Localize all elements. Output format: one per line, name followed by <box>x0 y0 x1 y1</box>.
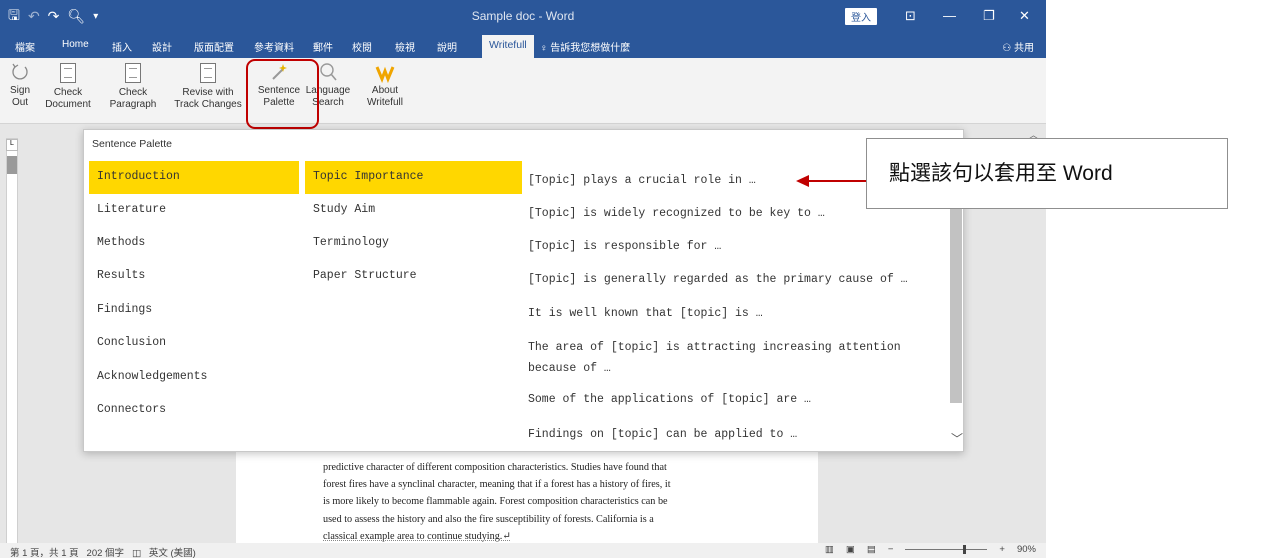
redo-icon[interactable]: ↷ <box>48 8 60 25</box>
paragraph-icon <box>125 63 141 83</box>
tab-selector-icon[interactable]: L <box>6 139 18 151</box>
section-item-introduction[interactable]: Introduction <box>89 161 299 194</box>
web-layout-icon[interactable]: ▤ <box>867 544 876 555</box>
tab-file[interactable]: 檔案 <box>15 39 35 54</box>
callout-box: 點選該句以套用至 Word <box>866 138 1228 209</box>
check-paragraph-button[interactable]: Check Paragraph <box>108 61 158 111</box>
about-writefull-button[interactable]: About Writefull <box>364 61 406 109</box>
tab-home[interactable]: Home <box>62 39 89 50</box>
vertical-ruler <box>6 138 18 550</box>
sentence-item[interactable]: The area of [topic] is attracting increa… <box>528 337 928 379</box>
sign-out-label-1: Sign <box>9 85 30 96</box>
arrow-left-icon <box>796 175 809 187</box>
writefull-logo-icon <box>375 66 395 83</box>
proofing-icon[interactable]: ◫ <box>132 548 141 558</box>
tell-me-box[interactable]: ♀︎ 告訴我您想做什麼 <box>540 39 630 54</box>
sentence-item[interactable]: It is well known that [topic] is … <box>528 303 928 324</box>
document-text[interactable]: predictive character of different compos… <box>323 459 725 545</box>
tab-help[interactable]: 說明 <box>437 39 457 54</box>
restore-icon[interactable]: ❐ <box>983 8 995 24</box>
zoom-thumb[interactable] <box>963 545 967 554</box>
lightbulb-icon: ♀︎ <box>540 43 551 54</box>
save-icon[interactable]: 🖫 <box>8 5 20 29</box>
section-item-methods[interactable]: Methods <box>89 227 299 260</box>
sentence-item[interactable]: Findings on [topic] can be applied to … <box>528 424 928 445</box>
doc-line: predictive character of different compos… <box>323 462 667 473</box>
about-label-2: Writefull <box>367 97 403 108</box>
person-icon: ⚇ <box>1002 43 1014 54</box>
doc-line: used to assess the history and also the … <box>323 513 654 525</box>
undo-icon[interactable]: ↶ <box>28 8 40 25</box>
sentence-item[interactable]: Some of the applications of [topic] are … <box>528 389 928 410</box>
zoom-in-icon[interactable]: + <box>999 544 1005 555</box>
about-label-1: About <box>371 85 399 96</box>
subsection-item-topic-importance[interactable]: Topic Importance <box>305 161 522 194</box>
check-document-button[interactable]: Check Document <box>42 61 94 111</box>
language-status[interactable]: 英文 (美國) <box>149 548 196 558</box>
share-button[interactable]: ⚇ 共用 <box>1002 39 1034 54</box>
minimize-icon[interactable]: — <box>943 8 956 23</box>
tab-writefull[interactable]: Writefull <box>482 35 534 58</box>
subsection-item-terminology[interactable]: Terminology <box>305 227 522 260</box>
zoom-out-icon[interactable]: − <box>888 544 894 555</box>
subsection-item-study-aim[interactable]: Study Aim <box>305 194 522 227</box>
tab-insert[interactable]: 插入 <box>112 39 132 54</box>
quick-access-toolbar: 🖫 ↶ ↷ 🔍︎ ▾ <box>8 0 98 33</box>
close-icon[interactable]: ✕ <box>1019 8 1030 24</box>
doc-line: is more likely to become flammable again… <box>323 496 668 508</box>
tab-view[interactable]: 檢視 <box>395 39 415 54</box>
tab-mailings[interactable]: 郵件 <box>313 39 333 54</box>
check-document-label-2: Document <box>45 99 91 110</box>
share-label: 共用 <box>1014 43 1034 54</box>
title-bar: 🖫 ↶ ↷ 🔍︎ ▾ Sample doc - Word 登入 ⊡ — ❐ ✕ <box>0 0 1046 33</box>
tab-references[interactable]: 參考資料 <box>254 39 294 54</box>
sign-out-label-2: Out <box>11 97 29 108</box>
sign-in-button[interactable]: 登入 <box>845 8 877 25</box>
print-layout-icon[interactable]: ▣ <box>846 544 855 555</box>
section-item-results[interactable]: Results <box>89 260 299 293</box>
section-item-connectors[interactable]: Connectors <box>89 394 299 427</box>
zoom-slider[interactable] <box>905 545 988 554</box>
sentence-palette-highlight <box>246 59 319 129</box>
scroll-down-icon[interactable]: ﹀ <box>951 430 963 447</box>
revise-label-2: Track Changes <box>174 99 242 110</box>
revise-label-1: Revise with <box>182 87 234 98</box>
track-changes-icon <box>200 63 216 83</box>
section-item-findings[interactable]: Findings <box>89 294 299 327</box>
writefull-ribbon: Sign Out Check Document Check Paragraph … <box>0 58 1046 124</box>
sign-out-icon <box>12 63 28 80</box>
read-mode-icon[interactable]: ▥ <box>825 544 834 555</box>
sentence-item[interactable]: [Topic] is responsible for … <box>528 236 928 257</box>
ruler-margin <box>7 156 17 174</box>
tab-layout[interactable]: 版面配置 <box>194 39 234 54</box>
sentence-palette-pane: Sentence Palette Introduction Literature… <box>83 129 964 452</box>
ribbon-tabs: 檔案 Home 插入 設計 版面配置 參考資料 郵件 校閱 檢視 說明 Writ… <box>0 33 1046 58</box>
page-count[interactable]: 第 1 頁，共 1 頁 <box>10 548 79 558</box>
document-icon <box>60 63 76 83</box>
customize-qat-icon[interactable]: ▾ <box>93 11 98 22</box>
revise-track-changes-button[interactable]: Revise with Track Changes <box>172 61 244 111</box>
subsection-item-paper-structure[interactable]: Paper Structure <box>305 260 522 293</box>
word-count[interactable]: 202 個字 <box>87 548 125 558</box>
sign-out-button[interactable]: Sign Out <box>6 61 34 109</box>
callout-arrow-line <box>808 180 866 182</box>
zoom-level[interactable]: 90% <box>1017 544 1036 555</box>
doc-line: forest fires have a synclinal character,… <box>323 479 671 491</box>
section-item-acknowledgements[interactable]: Acknowledgements <box>89 361 299 394</box>
tell-me-label: 告訴我您想做什麼 <box>550 43 631 54</box>
sentence-item[interactable]: [Topic] is generally regarded as the pri… <box>528 269 928 290</box>
tab-review[interactable]: 校閱 <box>352 39 372 54</box>
palette-title: Sentence Palette <box>92 138 172 150</box>
section-item-literature[interactable]: Literature <box>89 194 299 227</box>
window-title: Sample doc - Word <box>471 9 575 23</box>
check-paragraph-label-2: Paragraph <box>109 99 157 110</box>
check-paragraph-label-1: Check <box>118 87 148 98</box>
check-document-label-1: Check <box>53 87 83 98</box>
print-preview-icon[interactable]: 🔍︎ <box>67 8 85 25</box>
section-item-conclusion[interactable]: Conclusion <box>89 327 299 360</box>
status-bar: 第 1 頁，共 1 頁 202 個字 ◫ 英文 (美國) ▥ ▣ ▤ − + 9… <box>0 543 1046 558</box>
tab-design[interactable]: 設計 <box>152 39 172 54</box>
ribbon-display-icon[interactable]: ⊡ <box>905 8 916 24</box>
magnifier-icon <box>320 63 337 81</box>
